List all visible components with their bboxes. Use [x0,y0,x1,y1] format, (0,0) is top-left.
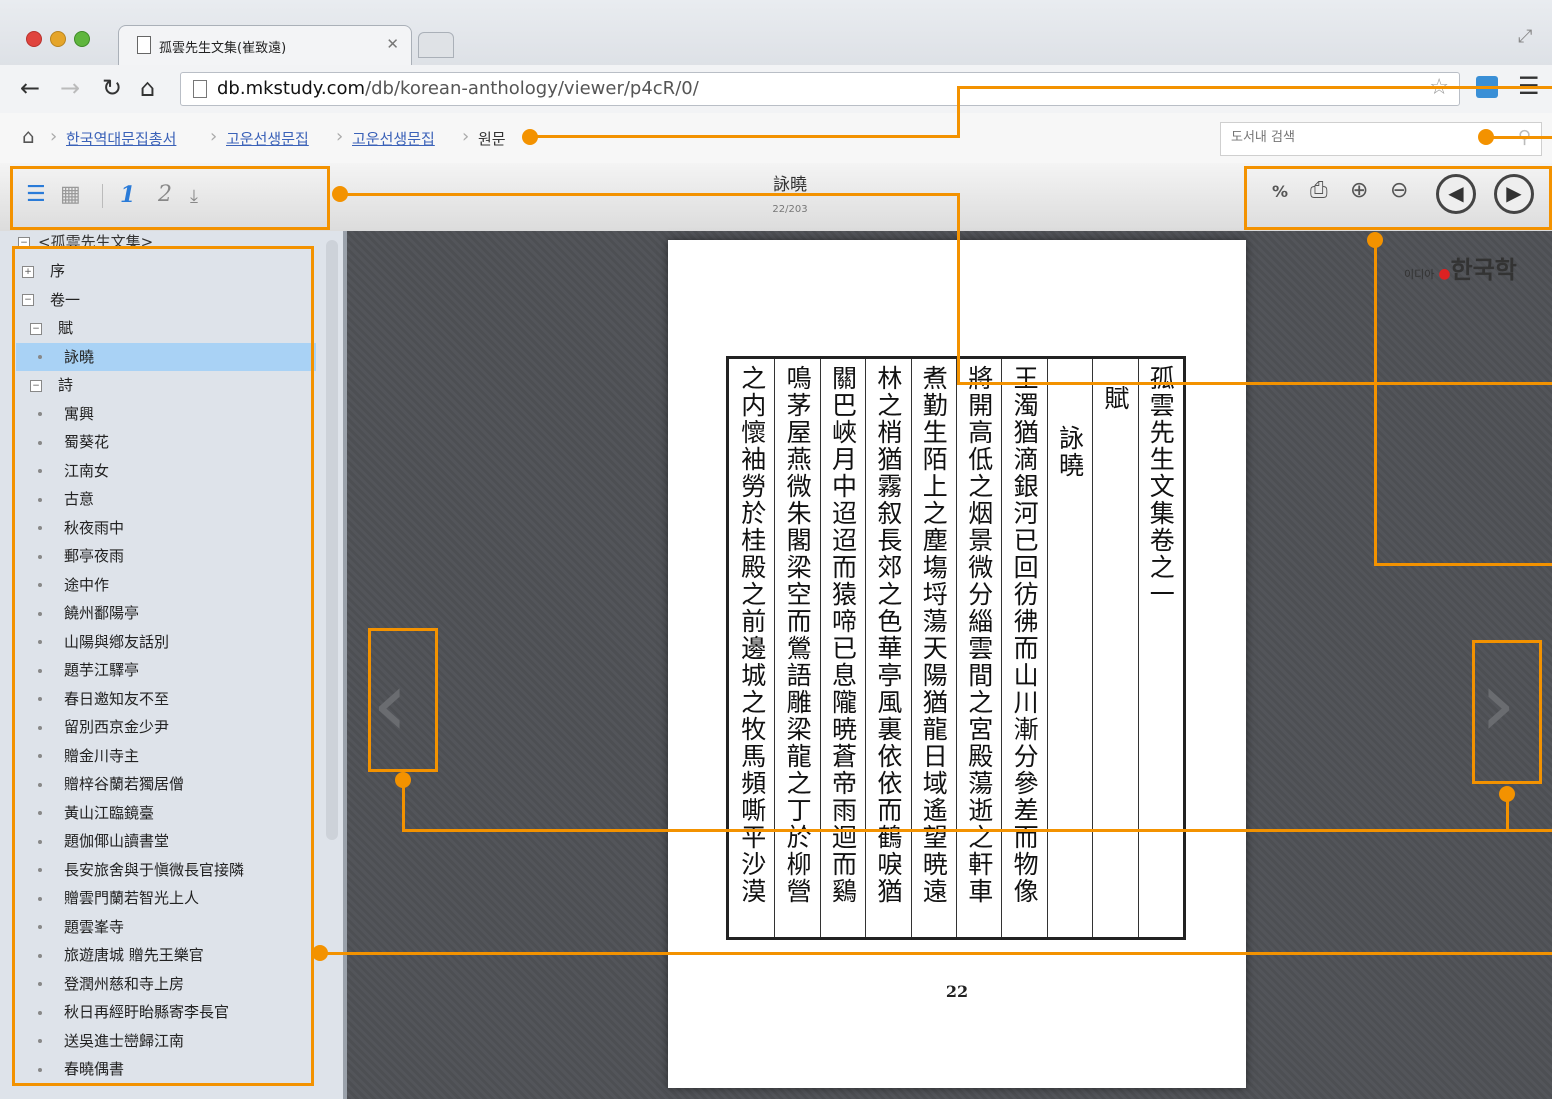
breadcrumb-item[interactable]: 고운선생문집 [352,128,435,149]
callout-line [957,382,1552,385]
tab-title: 孤雲先生文集(崔致遠) [159,41,287,56]
breadcrumb-current: 원문 [478,130,506,148]
close-window-button[interactable] [26,31,42,47]
address-bar[interactable]: db.mkstudy.com/db/korean-anthology/viewe… [180,72,1460,106]
reload-icon[interactable]: ↻ [102,74,122,102]
column-rule [774,359,776,937]
callout-box-view-tools [10,166,330,230]
callout-dot [312,945,328,961]
callout-line [1374,238,1377,566]
callout-line [1486,136,1552,139]
page-icon [193,80,207,98]
callout-dot [1478,129,1494,145]
breadcrumb-separator: › [210,126,218,147]
callout-dot [332,186,348,202]
browser-tab[interactable]: 孤雲先生文集(崔致遠) ✕ [118,25,412,66]
fullscreen-icon[interactable]: ⤢ [1518,26,1532,47]
document-title: 詠曉 [773,175,807,195]
logo-prefix: 이디아 [1404,268,1435,281]
home-icon[interactable]: ⌂ [140,74,155,102]
scan-text-column: 將開高低之烟景微分緇雲間之宮殿蕩逝之軒車 [964,365,993,905]
column-rule [819,359,821,937]
scan-text-column: 鳴茅屋燕微朱閣梁空而鶯語雕梁龍之丁於柳營 [783,365,812,905]
logo: 이디아 ●한국학 [1404,256,1517,284]
url-path: /db/korean-anthology/viewer/p4cR/0/ [365,78,699,99]
callout-box-page-tools [1244,166,1552,230]
breadcrumb-item[interactable]: 한국역대문집총서 [66,128,176,149]
scan-text-column: 詠曉 [1055,425,1084,479]
column-rule [865,359,867,937]
minimize-window-button[interactable] [50,31,66,47]
scan-text-column: 賦 [1100,385,1129,412]
page-icon [137,36,151,54]
column-rule [1046,359,1048,937]
callout-box-next-arrow [1472,640,1542,784]
callout-line [340,193,960,196]
breadcrumb-separator: › [50,126,58,147]
callout-box-prev-arrow [368,628,438,772]
tab-close-icon[interactable]: ✕ [386,35,399,53]
scan-text-column: 王濁猶滴銀河已回彷彿而山川漸分參差而物像 [1010,365,1039,905]
breadcrumb-separator: › [462,126,470,147]
callout-line [957,86,1552,89]
scan-text-frame: 孤雲先生文集卷之一賦詠曉 王濁猶滴銀河已回彷彿而山川漸分參差而物像 將開高低之烟景微… [726,356,1186,940]
back-arrow-icon[interactable]: ← [20,74,40,102]
scan-text-column: 煮勤生陌上之塵塲埒蕩天陽猶龍日域遙望暁遠 [919,365,948,905]
scan-text-column: 林之梢猶霧叙長郊之色華亭風裏依依而鶴唳猶 [873,365,902,905]
callout-line [530,135,960,138]
home-icon[interactable]: ⌂ [22,124,35,148]
page-counter: 22/203 [772,204,808,215]
callout-line [402,829,1552,832]
scan-text-column: 關巴峽月中迢迢而猿啼已息隴暁蒼帝雨迴而鷄 [828,365,857,905]
url-host: db.mkstudy.com [217,78,366,99]
new-tab-button[interactable] [418,32,454,58]
callout-box-toc [12,246,314,1086]
scan-text-column: 之内懷袖勞於桂殿之前邊城之牧馬頻嘶平沙漠 [737,365,766,905]
column-rule [956,359,957,937]
callout-dot [1499,786,1515,802]
book-search-input[interactable] [1229,129,1473,146]
sidebar-scrollbar[interactable] [326,240,338,840]
callout-line [320,952,1552,955]
callout-dot [395,772,411,788]
scan-text-column: 孤雲先生文集卷之一 [1146,365,1175,608]
forward-arrow-icon[interactable]: → [60,74,80,102]
breadcrumb-separator: › [336,126,344,147]
logo-name: 한국학 [1450,256,1517,284]
callout-line [957,193,960,385]
column-rule [1001,359,1003,937]
zoom-window-button[interactable] [74,31,90,47]
callout-line [1374,563,1552,566]
column-rule [1092,359,1094,937]
column-rule [910,359,912,937]
column-rule [1137,359,1139,937]
scan-page-number: 22 [945,982,969,1001]
callout-dot [1367,232,1383,248]
breadcrumb-item[interactable]: 고운선생문집 [226,128,309,149]
callout-line [957,86,960,138]
callout-dot [522,129,538,145]
